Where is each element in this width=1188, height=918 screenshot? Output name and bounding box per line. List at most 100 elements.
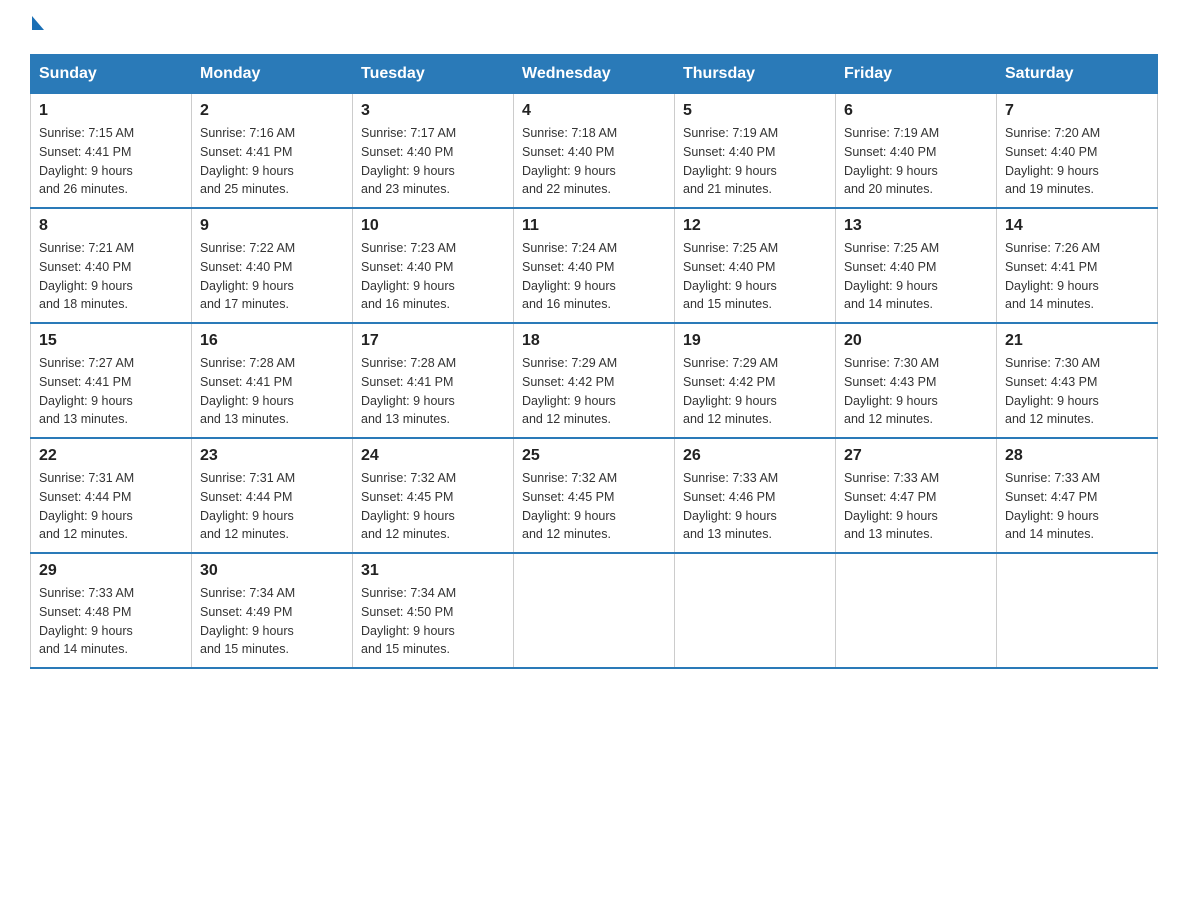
day-info: Sunrise: 7:33 AMSunset: 4:47 PMDaylight:… <box>1005 469 1149 544</box>
page-header <box>30 20 1158 34</box>
calendar-cell: 3 Sunrise: 7:17 AMSunset: 4:40 PMDaylight… <box>353 94 514 209</box>
day-info: Sunrise: 7:18 AMSunset: 4:40 PMDaylight:… <box>522 124 666 199</box>
calendar-cell: 8 Sunrise: 7:21 AMSunset: 4:40 PMDaylight… <box>31 208 192 323</box>
day-number: 27 <box>844 447 988 465</box>
col-header-tuesday: Tuesday <box>353 55 514 94</box>
calendar-cell: 24 Sunrise: 7:32 AMSunset: 4:45 PMDayligh… <box>353 438 514 553</box>
col-header-thursday: Thursday <box>675 55 836 94</box>
day-number: 6 <box>844 102 988 120</box>
calendar-cell: 27 Sunrise: 7:33 AMSunset: 4:47 PMDayligh… <box>836 438 997 553</box>
day-info: Sunrise: 7:30 AMSunset: 4:43 PMDaylight:… <box>844 354 988 429</box>
col-header-saturday: Saturday <box>997 55 1158 94</box>
day-number: 19 <box>683 332 827 350</box>
day-info: Sunrise: 7:15 AMSunset: 4:41 PMDaylight:… <box>39 124 183 199</box>
day-number: 15 <box>39 332 183 350</box>
day-info: Sunrise: 7:34 AMSunset: 4:49 PMDaylight:… <box>200 584 344 659</box>
calendar-week-row: 8 Sunrise: 7:21 AMSunset: 4:40 PMDaylight… <box>31 208 1158 323</box>
calendar-cell: 26 Sunrise: 7:33 AMSunset: 4:46 PMDayligh… <box>675 438 836 553</box>
col-header-monday: Monday <box>192 55 353 94</box>
calendar-cell: 5Sunrise: 7:19 AMSunset: 4:40 PMDaylight… <box>675 94 836 209</box>
day-number: 2 <box>200 102 344 120</box>
day-number: 8 <box>39 217 183 235</box>
day-info: Sunrise: 7:24 AMSunset: 4:40 PMDaylight:… <box>522 239 666 314</box>
calendar-cell: 21 Sunrise: 7:30 AMSunset: 4:43 PMDayligh… <box>997 323 1158 438</box>
day-info: Sunrise: 7:25 AMSunset: 4:40 PMDaylight:… <box>844 239 988 314</box>
day-info: Sunrise: 7:22 AMSunset: 4:40 PMDaylight:… <box>200 239 344 314</box>
day-info: Sunrise: 7:25 AMSunset: 4:40 PMDaylight:… <box>683 239 827 314</box>
day-number: 24 <box>361 447 505 465</box>
day-info: Sunrise: 7:32 AMSunset: 4:45 PMDaylight:… <box>361 469 505 544</box>
day-number: 16 <box>200 332 344 350</box>
calendar-cell: 20Sunrise: 7:30 AMSunset: 4:43 PMDayligh… <box>836 323 997 438</box>
calendar-cell: 31 Sunrise: 7:34 AMSunset: 4:50 PMDayligh… <box>353 553 514 668</box>
day-info: Sunrise: 7:30 AMSunset: 4:43 PMDaylight:… <box>1005 354 1149 429</box>
col-header-sunday: Sunday <box>31 55 192 94</box>
day-number: 18 <box>522 332 666 350</box>
day-info: Sunrise: 7:20 AMSunset: 4:40 PMDaylight:… <box>1005 124 1149 199</box>
day-number: 22 <box>39 447 183 465</box>
calendar-cell: 2 Sunrise: 7:16 AMSunset: 4:41 PMDaylight… <box>192 94 353 209</box>
calendar-cell: 15 Sunrise: 7:27 AMSunset: 4:41 PMDayligh… <box>31 323 192 438</box>
day-number: 9 <box>200 217 344 235</box>
calendar-cell: 7 Sunrise: 7:20 AMSunset: 4:40 PMDaylight… <box>997 94 1158 209</box>
calendar-cell: 4Sunrise: 7:18 AMSunset: 4:40 PMDaylight… <box>514 94 675 209</box>
calendar-week-row: 29Sunrise: 7:33 AMSunset: 4:48 PMDayligh… <box>31 553 1158 668</box>
day-info: Sunrise: 7:33 AMSunset: 4:47 PMDaylight:… <box>844 469 988 544</box>
calendar-cell <box>997 553 1158 668</box>
col-header-wednesday: Wednesday <box>514 55 675 94</box>
day-number: 23 <box>200 447 344 465</box>
day-info: Sunrise: 7:26 AMSunset: 4:41 PMDaylight:… <box>1005 239 1149 314</box>
calendar-week-row: 1Sunrise: 7:15 AMSunset: 4:41 PMDaylight… <box>31 94 1158 209</box>
calendar-cell: 29Sunrise: 7:33 AMSunset: 4:48 PMDayligh… <box>31 553 192 668</box>
calendar-cell: 17 Sunrise: 7:28 AMSunset: 4:41 PMDayligh… <box>353 323 514 438</box>
calendar-cell: 16 Sunrise: 7:28 AMSunset: 4:41 PMDayligh… <box>192 323 353 438</box>
day-number: 17 <box>361 332 505 350</box>
day-info: Sunrise: 7:23 AMSunset: 4:40 PMDaylight:… <box>361 239 505 314</box>
calendar-cell <box>514 553 675 668</box>
calendar-cell: 12 Sunrise: 7:25 AMSunset: 4:40 PMDayligh… <box>675 208 836 323</box>
calendar-cell: 10Sunrise: 7:23 AMSunset: 4:40 PMDayligh… <box>353 208 514 323</box>
day-info: Sunrise: 7:29 AMSunset: 4:42 PMDaylight:… <box>683 354 827 429</box>
calendar-cell: 9 Sunrise: 7:22 AMSunset: 4:40 PMDaylight… <box>192 208 353 323</box>
logo <box>30 20 44 34</box>
day-number: 30 <box>200 562 344 580</box>
day-info: Sunrise: 7:33 AMSunset: 4:46 PMDaylight:… <box>683 469 827 544</box>
day-info: Sunrise: 7:31 AMSunset: 4:44 PMDaylight:… <box>39 469 183 544</box>
calendar-cell <box>836 553 997 668</box>
day-info: Sunrise: 7:27 AMSunset: 4:41 PMDaylight:… <box>39 354 183 429</box>
day-number: 11 <box>522 217 666 235</box>
day-info: Sunrise: 7:21 AMSunset: 4:40 PMDaylight:… <box>39 239 183 314</box>
day-number: 12 <box>683 217 827 235</box>
day-info: Sunrise: 7:31 AMSunset: 4:44 PMDaylight:… <box>200 469 344 544</box>
day-number: 3 <box>361 102 505 120</box>
day-info: Sunrise: 7:28 AMSunset: 4:41 PMDaylight:… <box>200 354 344 429</box>
calendar-table: SundayMondayTuesdayWednesdayThursdayFrid… <box>30 54 1158 669</box>
day-info: Sunrise: 7:16 AMSunset: 4:41 PMDaylight:… <box>200 124 344 199</box>
day-info: Sunrise: 7:28 AMSunset: 4:41 PMDaylight:… <box>361 354 505 429</box>
day-number: 7 <box>1005 102 1149 120</box>
calendar-week-row: 15 Sunrise: 7:27 AMSunset: 4:41 PMDayligh… <box>31 323 1158 438</box>
day-info: Sunrise: 7:32 AMSunset: 4:45 PMDaylight:… <box>522 469 666 544</box>
calendar-cell: 28 Sunrise: 7:33 AMSunset: 4:47 PMDayligh… <box>997 438 1158 553</box>
calendar-cell: 11 Sunrise: 7:24 AMSunset: 4:40 PMDayligh… <box>514 208 675 323</box>
calendar-cell: 23 Sunrise: 7:31 AMSunset: 4:44 PMDayligh… <box>192 438 353 553</box>
day-info: Sunrise: 7:19 AMSunset: 4:40 PMDaylight:… <box>844 124 988 199</box>
day-info: Sunrise: 7:19 AMSunset: 4:40 PMDaylight:… <box>683 124 827 199</box>
day-number: 25 <box>522 447 666 465</box>
calendar-cell: 18Sunrise: 7:29 AMSunset: 4:42 PMDayligh… <box>514 323 675 438</box>
day-number: 29 <box>39 562 183 580</box>
day-number: 31 <box>361 562 505 580</box>
calendar-cell: 25 Sunrise: 7:32 AMSunset: 4:45 PMDayligh… <box>514 438 675 553</box>
day-info: Sunrise: 7:17 AMSunset: 4:40 PMDaylight:… <box>361 124 505 199</box>
day-number: 14 <box>1005 217 1149 235</box>
calendar-cell: 30 Sunrise: 7:34 AMSunset: 4:49 PMDayligh… <box>192 553 353 668</box>
calendar-cell: 1Sunrise: 7:15 AMSunset: 4:41 PMDaylight… <box>31 94 192 209</box>
logo-arrow-icon <box>32 16 44 30</box>
calendar-cell: 22 Sunrise: 7:31 AMSunset: 4:44 PMDayligh… <box>31 438 192 553</box>
day-info: Sunrise: 7:34 AMSunset: 4:50 PMDaylight:… <box>361 584 505 659</box>
calendar-cell: 14 Sunrise: 7:26 AMSunset: 4:41 PMDayligh… <box>997 208 1158 323</box>
day-number: 21 <box>1005 332 1149 350</box>
day-number: 26 <box>683 447 827 465</box>
day-number: 28 <box>1005 447 1149 465</box>
calendar-week-row: 22 Sunrise: 7:31 AMSunset: 4:44 PMDayligh… <box>31 438 1158 553</box>
